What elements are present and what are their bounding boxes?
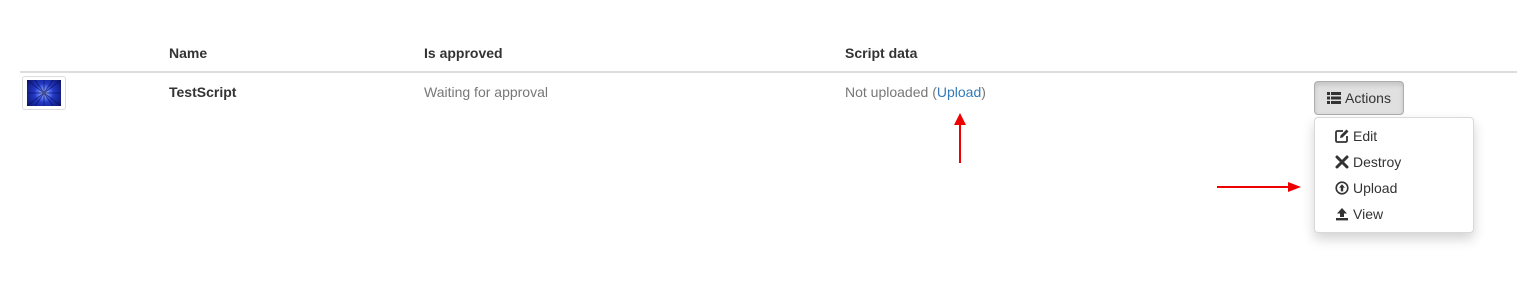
- table-header-divider: [20, 71, 1517, 73]
- thumbnail-image: [27, 80, 61, 106]
- remove-icon: [1335, 155, 1349, 169]
- script-data-cell: Not uploaded (Upload): [845, 84, 986, 100]
- menu-item-label: View: [1353, 206, 1384, 222]
- actions-button-label: Actions: [1345, 90, 1391, 106]
- list-icon: [1327, 92, 1342, 104]
- actions-button[interactable]: Actions: [1314, 81, 1404, 115]
- menu-item-label: Destroy: [1353, 154, 1402, 170]
- menu-item-edit[interactable]: Edit: [1335, 126, 1377, 146]
- upload-link[interactable]: Upload: [937, 84, 981, 100]
- circle-arrow-up-icon: [1335, 181, 1349, 195]
- menu-item-view[interactable]: View: [1335, 204, 1383, 224]
- approval-status: Waiting for approval: [424, 84, 548, 100]
- upload-tray-icon: [1336, 208, 1348, 221]
- menu-item-label: Edit: [1353, 128, 1378, 144]
- column-header-is-approved: Is approved: [424, 45, 503, 61]
- column-header-name: Name: [169, 45, 208, 61]
- column-header-script-data: Script data: [845, 45, 918, 61]
- script-status-text: Not uploaded: [845, 84, 929, 100]
- burst-image-icon: [27, 80, 61, 106]
- paren-close: ): [981, 84, 986, 100]
- annotation-arrow-right: [1217, 182, 1301, 192]
- annotation-arrow-up: [954, 113, 966, 163]
- menu-item-upload[interactable]: Upload: [1335, 178, 1397, 198]
- menu-item-destroy[interactable]: Destroy: [1335, 152, 1401, 172]
- edit-icon: [1335, 129, 1349, 143]
- script-name: TestScript: [169, 84, 237, 100]
- menu-item-label: Upload: [1353, 180, 1398, 196]
- script-thumbnail[interactable]: [22, 76, 66, 110]
- actions-dropdown-menu: Edit Destroy Upload View: [1314, 117, 1474, 233]
